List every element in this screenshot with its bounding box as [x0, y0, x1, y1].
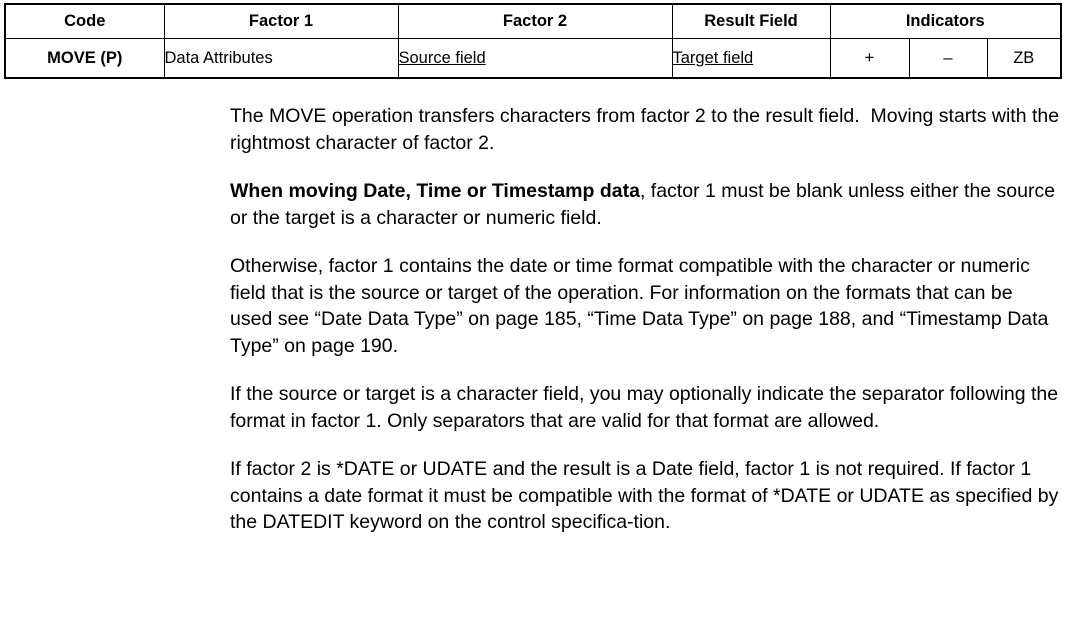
paragraph-date-udate: If factor 2 is *DATE or UDATE and the re…	[230, 456, 1060, 536]
paragraph-text: Otherwise, factor 1 contains the date or…	[230, 255, 1054, 357]
table-header-row: Code Factor 1 Factor 2 Result Field Indi…	[4, 3, 1062, 39]
cell-result-field-text: Target field	[672, 48, 754, 67]
document-page: Code Factor 1 Factor 2 Result Field Indi…	[0, 0, 1068, 624]
cell-factor-2: Source field	[397, 38, 673, 79]
table-row: MOVE (P) Data Attributes Source field Ta…	[4, 38, 1062, 79]
cell-indicator-zb: ZB	[986, 38, 1062, 79]
column-header-result-field: Result Field	[671, 3, 831, 39]
column-header-code: Code	[4, 3, 165, 39]
cell-result-field: Target field	[671, 38, 831, 79]
cell-indicator-minus: –	[908, 38, 988, 79]
opcode-summary-table: Code Factor 1 Factor 2 Result Field Indi…	[4, 3, 1063, 79]
table-body: MOVE (P) Data Attributes Source field Ta…	[4, 38, 1062, 79]
paragraph-text: If the source or target is a character f…	[230, 383, 1064, 432]
cell-code: MOVE (P)	[4, 38, 165, 79]
paragraph-otherwise-formats: Otherwise, factor 1 contains the date or…	[230, 253, 1060, 359]
column-header-factor-1: Factor 1	[163, 3, 399, 39]
paragraph-date-time-timestamp: When moving Date, Time or Timestamp data…	[230, 178, 1060, 231]
paragraph-intro: The MOVE operation transfers characters …	[230, 103, 1060, 156]
cell-factor-1: Data Attributes	[163, 38, 399, 79]
paragraph-text: If factor 2 is *DATE or UDATE and the re…	[230, 458, 1064, 533]
paragraph-text: The MOVE operation transfers characters …	[230, 105, 1065, 154]
column-header-factor-2: Factor 2	[397, 3, 673, 39]
cell-factor-2-text: Source field	[398, 48, 486, 67]
body-copy: The MOVE operation transfers characters …	[230, 103, 1060, 536]
emphasis-text: When moving Date, Time or Timestamp data	[230, 180, 640, 202]
cell-indicator-plus: +	[829, 38, 910, 79]
paragraph-separator: If the source or target is a character f…	[230, 381, 1060, 434]
column-header-indicators: Indicators	[829, 3, 1062, 39]
table-header: Code Factor 1 Factor 2 Result Field Indi…	[4, 3, 1062, 39]
